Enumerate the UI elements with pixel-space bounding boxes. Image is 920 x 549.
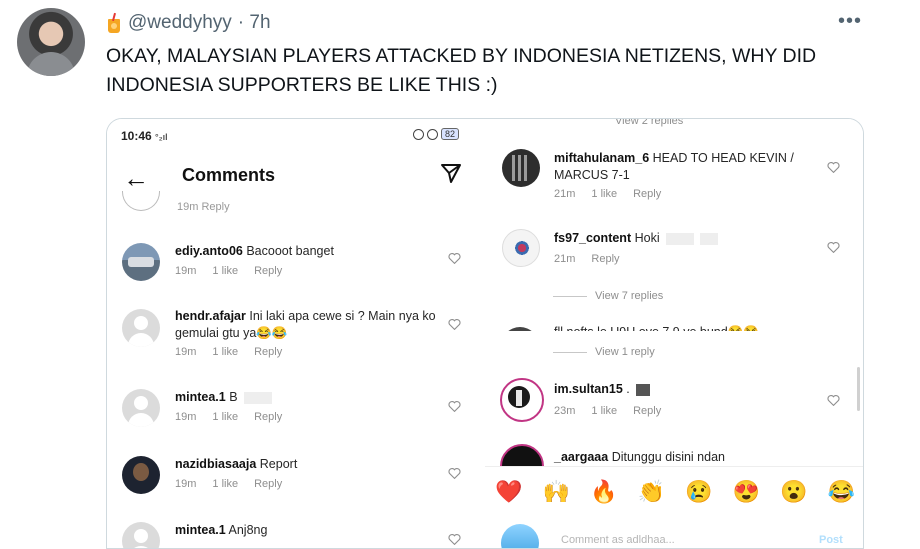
comment-likes: 1 like — [212, 346, 239, 358]
comment-time: 19m — [175, 478, 197, 490]
author-handle[interactable]: @weddyhyy — [128, 12, 232, 34]
comment-reply: Reply — [254, 346, 283, 358]
comment-username: fs97_content — [554, 231, 632, 245]
cut-avatar — [501, 327, 539, 331]
comment-likes: 1 like — [591, 188, 618, 200]
status-time: 10:46 °₂ıl — [121, 129, 168, 143]
emoji-crying-icon[interactable]: 😢 — [685, 479, 712, 505]
commenter-avatar — [122, 243, 160, 281]
back-arrow-icon: ← — [123, 163, 149, 193]
battery-icon: 82 — [441, 128, 460, 140]
emoji-heart-eyes-icon[interactable]: 😍 — [733, 479, 760, 505]
comment-username: mintea.1 — [175, 390, 226, 404]
comment-text: Hoki — [634, 231, 660, 245]
alarm-icon — [413, 128, 424, 140]
blurred-text — [699, 232, 718, 245]
commenter-avatar — [122, 522, 160, 548]
emoji-heart-icon[interactable]: ❤️ — [495, 479, 522, 505]
comment-time: 21m — [554, 253, 576, 265]
comment-time: 23m — [554, 405, 576, 417]
commenter-avatar — [502, 149, 540, 187]
comment-likes: 1 like — [212, 478, 239, 490]
tweet-text: OKAY, MALAYSIAN PLAYERS ATTACKED BY INDO… — [106, 45, 817, 96]
comment-text: . — [626, 382, 630, 396]
view-replies-link[interactable]: View 7 replies — [553, 290, 663, 302]
comment-likes: 1 like — [591, 405, 618, 417]
comment-time: 19m — [175, 265, 197, 277]
heart-icon — [448, 253, 461, 264]
view-replies-link[interactable]: View 1 reply — [553, 346, 655, 358]
cut-view-replies: View 2 replies — [615, 118, 684, 127]
tweet: @weddyhyy · 7h ••• OKAY, MALAYSIAN PLAYE… — [0, 0, 920, 549]
emoji-reaction-bar: ❤️ 🙌 🔥 👏 😢 😍 😮 😂 — [485, 466, 863, 516]
comment-reply: Reply — [633, 405, 662, 417]
emoji-clap-icon[interactable]: 👏 — [638, 479, 665, 505]
left-screenshot: 10:46 °₂ıl 82 ← Comments 19m Reply ediy.… — [107, 119, 485, 548]
comment-text: Report — [259, 457, 298, 471]
comment-likes: 1 like — [212, 411, 239, 423]
comment-input-row: Comment as adldhaa... Post — [485, 516, 863, 548]
blurred-text — [243, 391, 272, 404]
tweet-media[interactable]: 10:46 °₂ıl 82 ← Comments 19m Reply ediy.… — [106, 118, 864, 549]
comment-input[interactable]: Comment as adldhaa... — [561, 534, 675, 546]
clock-icon — [427, 128, 438, 140]
heart-icon — [827, 242, 840, 253]
own-avatar — [501, 524, 539, 548]
comment-reply: Reply — [254, 411, 283, 423]
tweet-header: @weddyhyy · 7h — [106, 11, 271, 35]
commenter-avatar-story — [500, 378, 544, 422]
comment-reply: Reply — [633, 188, 662, 200]
comment-text: Bacooot banget — [246, 244, 334, 258]
cut-comment: fll.nofts.le U9U ove 7 9 ve bund😂😂 — [554, 324, 759, 331]
comment-text: Anj8ng — [228, 523, 268, 537]
comment-reply: Reply — [254, 265, 283, 277]
comment-likes: 1 like — [212, 265, 239, 277]
comment-time: 19m — [175, 346, 197, 358]
comment-username: miftahulanam_6 — [554, 151, 650, 165]
emoji-surprised-icon[interactable]: 😮 — [780, 479, 807, 505]
comment-username: nazidbiasaaja — [175, 457, 257, 471]
blurred-text — [665, 232, 694, 245]
heart-icon — [448, 401, 461, 412]
comment-username: mintea.1 — [175, 523, 226, 537]
comment-username: _aargaaa — [554, 450, 609, 464]
heart-icon — [448, 534, 461, 545]
heart-icon — [827, 395, 840, 406]
emoji-fire-icon[interactable]: 🔥 — [590, 479, 617, 505]
more-options-icon[interactable]: ••• — [838, 10, 862, 33]
commenter-avatar — [122, 456, 160, 494]
cut-avatar — [122, 191, 160, 211]
scrollbar[interactable] — [857, 367, 860, 411]
juice-emoji-icon — [106, 12, 122, 33]
author-avatar[interactable] — [17, 8, 85, 76]
blurred-text — [635, 383, 650, 396]
commenter-avatar — [502, 229, 540, 267]
send-icon — [441, 164, 461, 183]
right-screenshot: View 2 replies miftahulanam_6 HEAD TO HE… — [485, 118, 863, 548]
comment-text: Ditunggu disini ndan — [611, 450, 725, 464]
comments-title: Comments — [182, 165, 276, 185]
tweet-time[interactable]: · 7h — [238, 12, 271, 34]
heart-icon — [448, 319, 461, 330]
heart-icon — [448, 468, 461, 479]
comment-time: 19m — [175, 411, 197, 423]
emoji-raising-hands-icon[interactable]: 🙌 — [543, 479, 570, 505]
status-icons: 82 — [413, 128, 460, 140]
commenter-avatar — [122, 389, 160, 427]
heart-icon — [827, 162, 840, 173]
comment-username: ediy.anto06 — [175, 244, 243, 258]
commenter-avatar — [122, 309, 160, 347]
comment-reply: Reply — [254, 478, 283, 490]
comment-time: 21m — [554, 188, 576, 200]
comment-username: im.sultan15 — [554, 382, 623, 396]
comment-username: hendr.afajar — [175, 309, 246, 323]
emoji-laughing-icon[interactable]: 😂 — [828, 479, 855, 505]
post-button[interactable]: Post — [819, 534, 843, 546]
comment-text: B — [229, 390, 238, 404]
comment-reply: Reply — [591, 253, 620, 265]
cut-meta: 19m Reply — [177, 201, 230, 213]
